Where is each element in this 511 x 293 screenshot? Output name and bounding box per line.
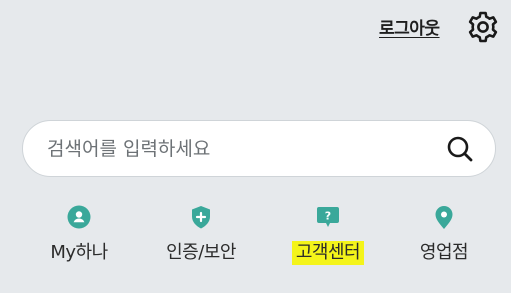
quick-menu: My하나 인증/보안 ? 고객센터 영업점 (0, 204, 511, 284)
menu-item-auth-security[interactable]: 인증/보안 (146, 204, 256, 278)
gear-icon[interactable] (466, 10, 500, 44)
menu-item-label: My하나 (50, 242, 108, 263)
help-chat-icon: ? (315, 204, 341, 230)
search-bar (22, 120, 496, 177)
shield-plus-icon (188, 204, 214, 230)
menu-item-customer-center[interactable]: ? 고객센터 (273, 204, 383, 278)
menu-item-label: 고객센터 (291, 241, 365, 265)
logout-link[interactable]: 로그아웃 (379, 14, 440, 39)
user-icon (66, 204, 92, 230)
menu-item-label: 인증/보안 (166, 242, 236, 263)
search-icon[interactable] (445, 134, 475, 164)
location-pin-icon (431, 204, 457, 230)
top-bar: 로그아웃 (0, 0, 511, 54)
svg-text:?: ? (325, 210, 331, 223)
menu-item-branch[interactable]: 영업점 (389, 204, 499, 278)
menu-item-my-hana[interactable]: My하나 (24, 204, 134, 278)
menu-item-label: 영업점 (419, 242, 469, 263)
search-input[interactable] (47, 121, 427, 176)
